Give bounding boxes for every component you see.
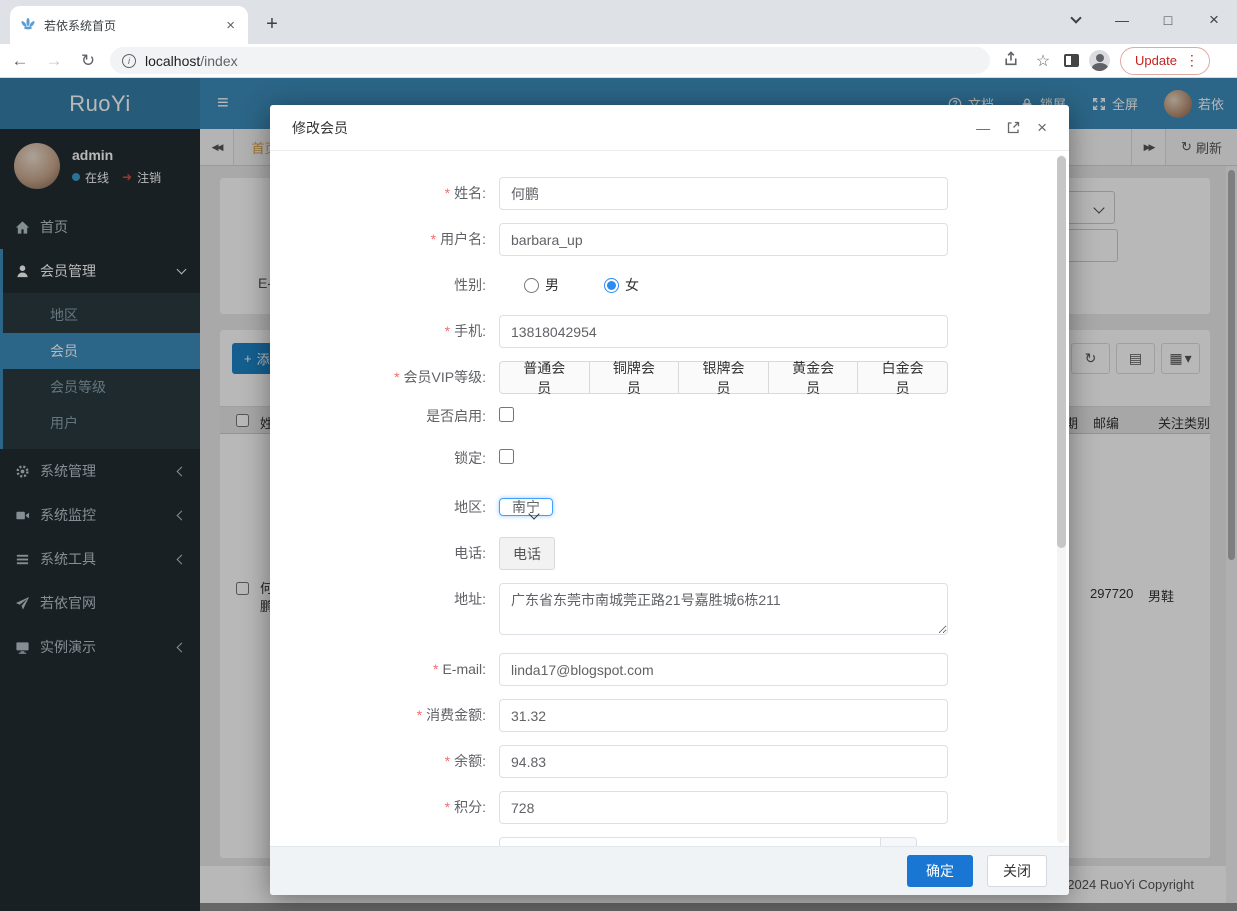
vip-option-silver[interactable]: 银牌会员 — [678, 361, 769, 394]
clipped-input-group — [499, 837, 948, 846]
clipped-input-addon[interactable] — [881, 837, 917, 846]
vip-option-normal[interactable]: 普通会员 — [499, 361, 590, 394]
tab-title: 若依系统首页 — [44, 17, 215, 34]
modal-minimize-icon[interactable]: — — [976, 120, 990, 136]
forward-icon[interactable]: → — [42, 51, 66, 71]
vip-option-platinum[interactable]: 白金会员 — [857, 361, 948, 394]
username-label: *用户名: — [270, 223, 499, 256]
reload-icon[interactable]: ↻ — [76, 51, 100, 71]
tab-close-icon[interactable]: × — [223, 17, 238, 34]
modal-title: 修改会员 — [292, 118, 348, 138]
edit-member-modal: 修改会员 — × *姓名: *用户名: — [270, 105, 1069, 895]
bookmark-star-icon[interactable]: ☆ — [1032, 51, 1054, 71]
new-tab-button[interactable]: + — [258, 10, 286, 38]
side-panel-icon[interactable] — [1064, 54, 1079, 67]
balance-input[interactable] — [499, 745, 948, 778]
points-label: *积分: — [270, 791, 499, 824]
window-minimize-icon[interactable]: — — [1099, 0, 1145, 40]
phone-label: *手机: — [270, 315, 499, 348]
browser-toolbar: ← → ↻ i localhost/index ☆ Update ⋮ — [0, 44, 1237, 78]
email-label: *E-mail: — [270, 653, 499, 686]
locked-checkbox[interactable] — [499, 449, 514, 464]
vip-option-gold[interactable]: 黄金会员 — [768, 361, 859, 394]
url-text: localhost/index — [145, 53, 238, 69]
name-label: *姓名: — [270, 177, 499, 210]
region-label: 地区: — [270, 491, 499, 524]
modal-scrollbar-thumb[interactable] — [1057, 156, 1066, 548]
points-input[interactable] — [499, 791, 948, 824]
address-label: 地址: — [270, 583, 499, 616]
browser-tab[interactable]: 若依系统首页 × — [10, 6, 248, 44]
modal-maximize-icon[interactable] — [1007, 121, 1020, 134]
ruoyi-favicon-icon — [20, 17, 36, 33]
username-input[interactable] — [499, 223, 948, 256]
modal-header[interactable]: 修改会员 — × — [270, 105, 1069, 151]
update-button[interactable]: Update ⋮ — [1120, 47, 1210, 75]
balance-label: *余额: — [270, 745, 499, 778]
modal-body: *姓名: *用户名: 性别: 男 女 *手机: — [270, 151, 1069, 846]
phone-input[interactable] — [499, 315, 948, 348]
window-controls: — □ × — [1053, 0, 1237, 40]
telephone-button[interactable]: 电话 — [499, 537, 555, 570]
email-input[interactable] — [499, 653, 948, 686]
locked-label: 锁定: — [270, 449, 499, 467]
window-close-icon[interactable]: × — [1191, 0, 1237, 40]
gender-male-radio[interactable] — [524, 278, 539, 293]
region-select[interactable]: 南宁 — [499, 498, 553, 516]
browser-tabstrip: 若依系统首页 × + — □ × — [0, 0, 1237, 44]
enabled-checkbox[interactable] — [499, 407, 514, 422]
gender-male-option[interactable]: 男 — [524, 269, 559, 302]
address-textarea[interactable]: 广东省东莞市南城莞正路21号嘉胜城6栋211 — [499, 583, 948, 635]
site-info-icon[interactable]: i — [122, 54, 136, 68]
window-menu-chevron-icon[interactable] — [1053, 0, 1099, 40]
gender-label: 性别: — [270, 269, 499, 302]
name-input[interactable] — [499, 177, 948, 210]
gender-female-option[interactable]: 女 — [604, 269, 639, 302]
share-icon[interactable] — [1000, 50, 1022, 72]
clipped-input[interactable] — [499, 837, 881, 846]
vip-label: *会员VIP等级: — [270, 361, 499, 394]
screen: 若依系统首页 × + — □ × ← → ↻ i localhost/index… — [0, 0, 1237, 911]
app-viewport: RuoYi ≡ 文档 锁屏 全屏 — [0, 78, 1237, 911]
window-maximize-icon[interactable]: □ — [1145, 0, 1191, 40]
confirm-button[interactable]: 确定 — [907, 855, 973, 887]
gender-female-radio[interactable] — [604, 278, 619, 293]
telephone-label: 电话: — [270, 537, 499, 570]
back-icon[interactable]: ← — [8, 51, 32, 71]
modal-footer: 确定 关闭 — [270, 846, 1069, 895]
vip-button-group: 普通会员 铜牌会员 银牌会员 黄金会员 白金会员 — [499, 361, 948, 394]
modal-close-icon[interactable]: × — [1037, 118, 1047, 138]
amount-label: *消费金额: — [270, 699, 499, 732]
amount-input[interactable] — [499, 699, 948, 732]
modal-scrollbar[interactable] — [1057, 155, 1066, 843]
vip-option-bronze[interactable]: 铜牌会员 — [589, 361, 680, 394]
browser-menu-dots-icon[interactable]: ⋮ — [1185, 52, 1199, 69]
enabled-label: 是否启用: — [270, 407, 499, 425]
browser-profile-icon[interactable] — [1089, 50, 1110, 71]
close-button[interactable]: 关闭 — [987, 855, 1047, 887]
address-bar[interactable]: i localhost/index — [110, 47, 990, 74]
